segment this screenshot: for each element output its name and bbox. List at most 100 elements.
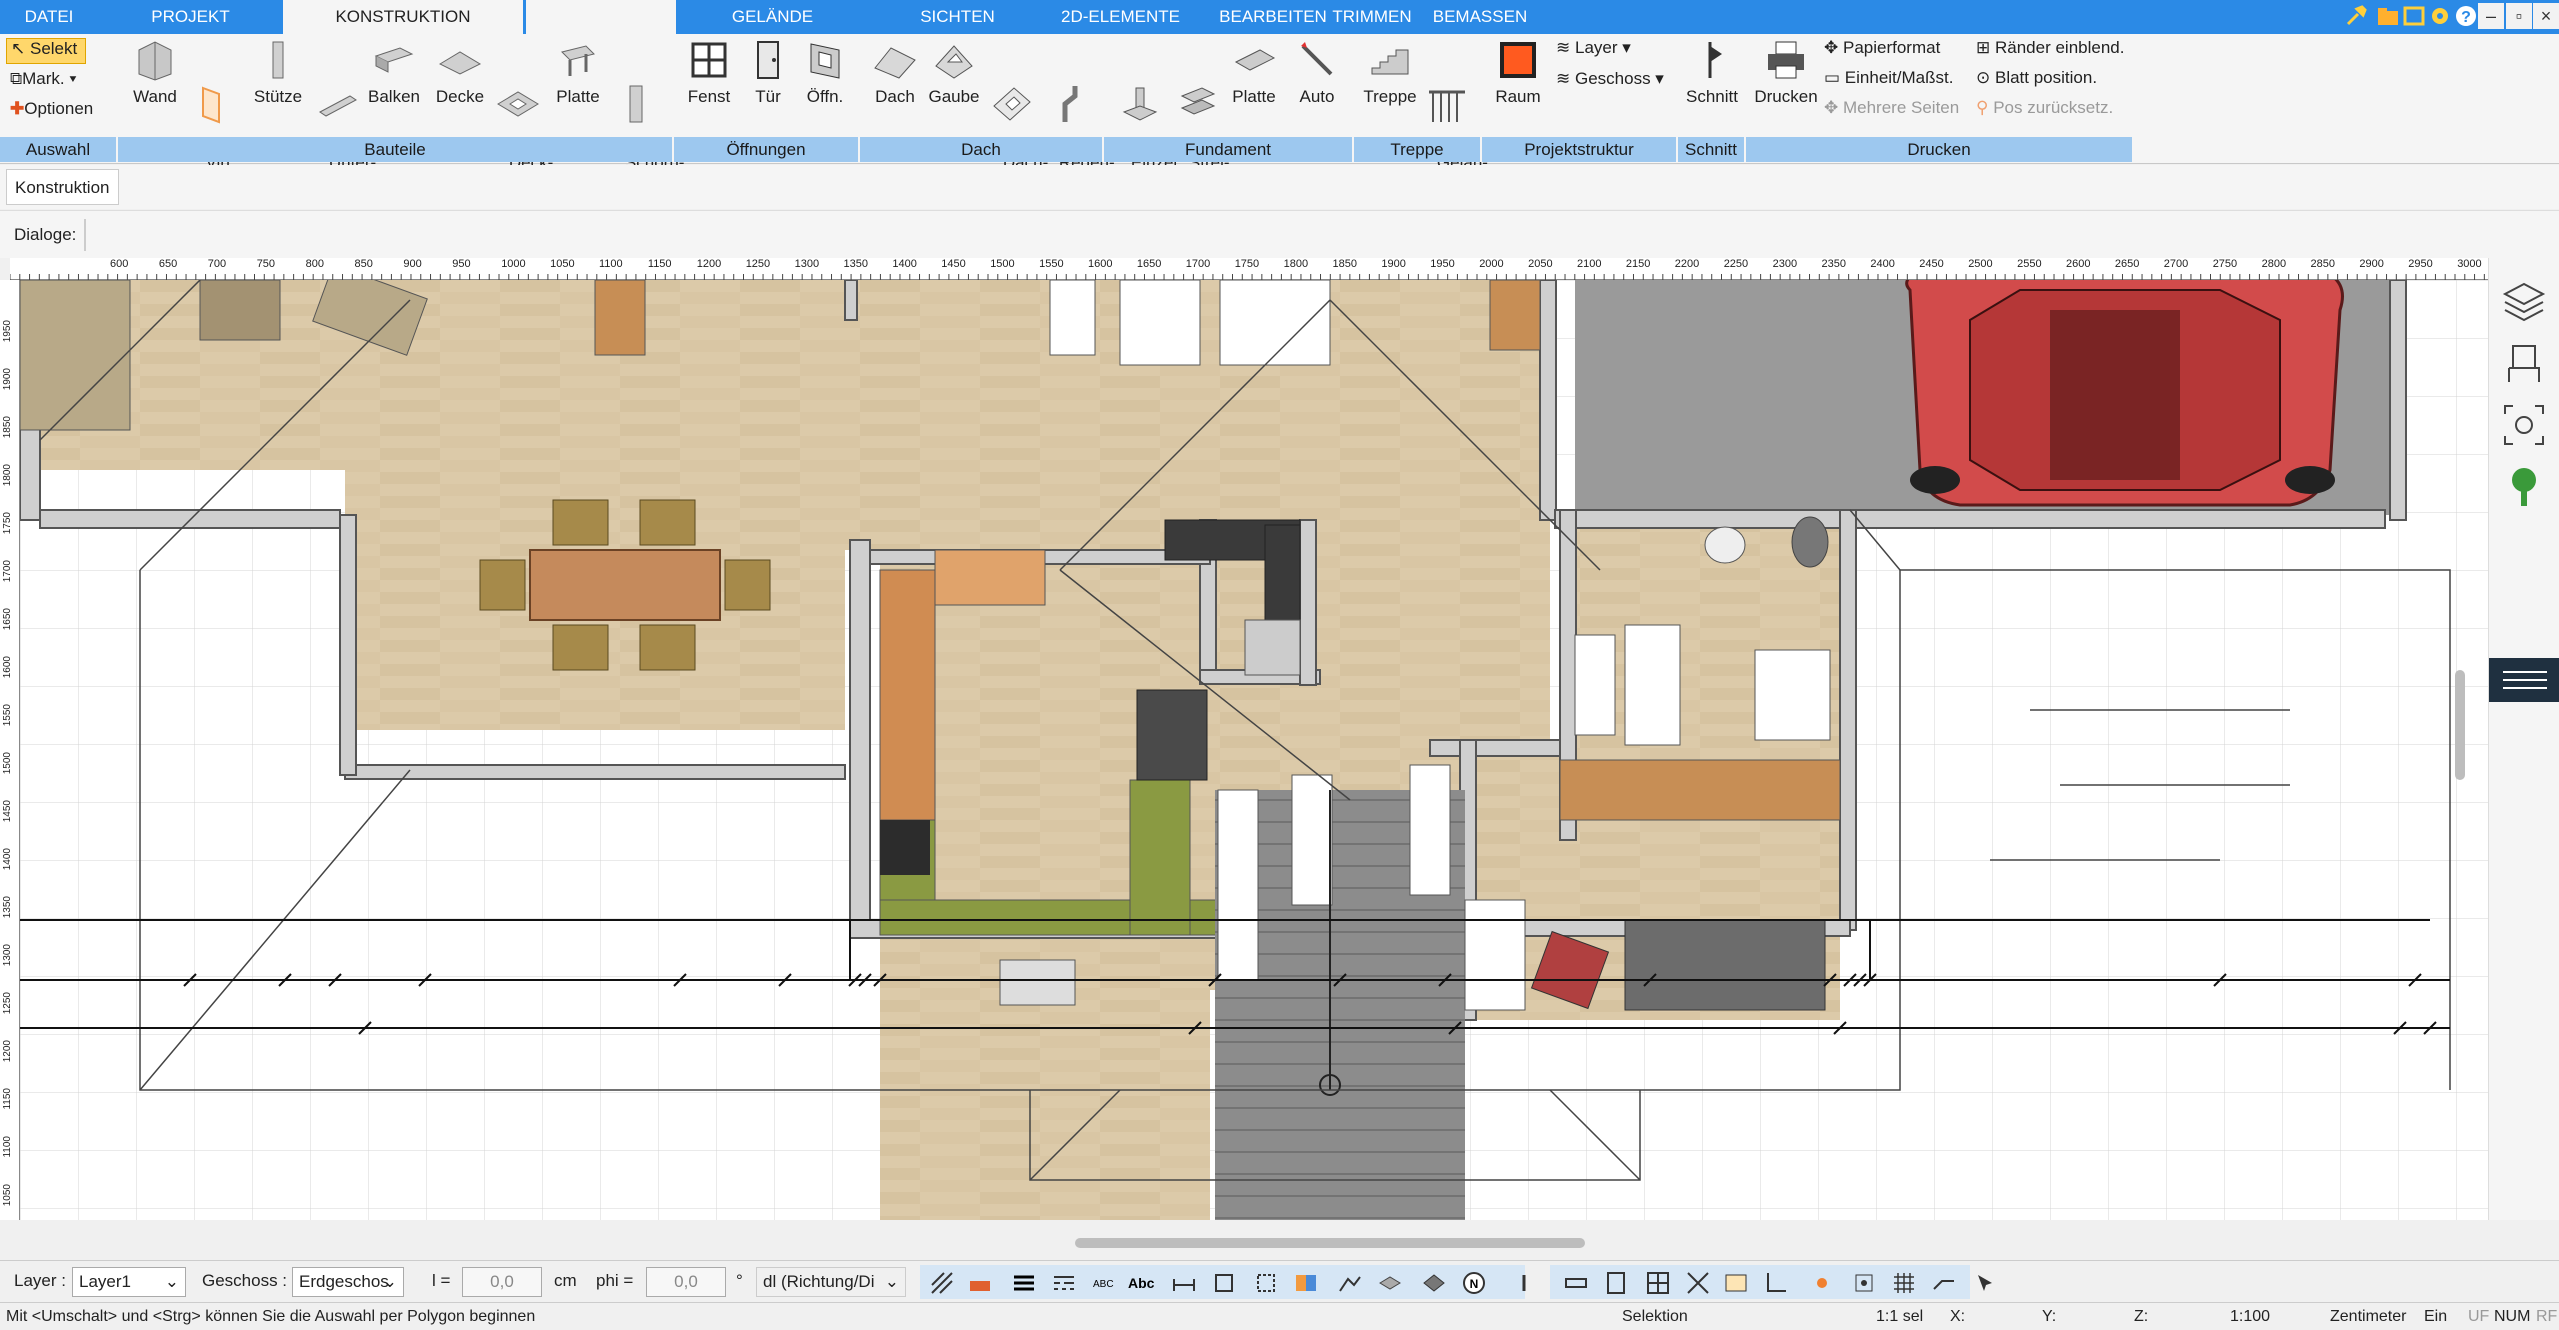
stuetze-button[interactable]: Stütze bbox=[250, 38, 306, 108]
tab-empty[interactable] bbox=[526, 0, 676, 34]
grid-icon[interactable] bbox=[1644, 1269, 1672, 1297]
platte-button[interactable]: Platte bbox=[550, 38, 606, 108]
pos-reset-button[interactable]: ⚲ Pos zurücksetz. bbox=[1976, 98, 2113, 118]
tools-icon[interactable] bbox=[2343, 3, 2369, 29]
tab-2d-elemente[interactable]: 2D-ELEMENTE bbox=[1048, 0, 1193, 34]
page-icon[interactable] bbox=[1602, 1269, 1630, 1297]
zoom-fit-icon[interactable] bbox=[2499, 400, 2549, 450]
room-icon bbox=[1500, 42, 1536, 78]
tab-gelaende[interactable]: GELÄNDE bbox=[700, 0, 845, 34]
minimize-button[interactable]: – bbox=[2478, 3, 2504, 29]
ruler-label: 2900 bbox=[2359, 258, 2384, 270]
window-icon[interactable] bbox=[2401, 3, 2427, 29]
dach-button[interactable]: Dach bbox=[870, 38, 920, 108]
corner-icon[interactable] bbox=[1762, 1269, 1790, 1297]
raster-icon[interactable] bbox=[1890, 1269, 1918, 1297]
dark-cabinet bbox=[1264, 524, 1301, 626]
dimension-icon[interactable] bbox=[1170, 1269, 1198, 1297]
fund-platte-button[interactable]: Platte bbox=[1226, 38, 1282, 108]
phi-input[interactable]: 0,0 bbox=[646, 1267, 726, 1297]
ruler-label: 1450 bbox=[941, 258, 966, 270]
tab-sichten[interactable]: SICHTEN bbox=[895, 0, 1020, 34]
raender-button[interactable]: ⊞ Ränder einblend. bbox=[1976, 38, 2124, 58]
length-input[interactable]: 0,0 bbox=[462, 1267, 542, 1297]
papierformat-button[interactable]: ✥ Papierformat bbox=[1824, 38, 1940, 58]
ceiling-opening-icon bbox=[497, 91, 539, 117]
selekt-button[interactable]: ↖ Selekt bbox=[6, 38, 86, 64]
single-foundation-icon bbox=[1122, 87, 1158, 121]
ruler-label: 1100 bbox=[599, 258, 623, 270]
balken-button[interactable]: Balken bbox=[366, 38, 422, 108]
tab-projekt[interactable]: PROJEKT bbox=[98, 0, 283, 34]
group-projektstruktur: Projektstruktur bbox=[1482, 137, 1678, 162]
text-size-icon[interactable]: ABC bbox=[1090, 1269, 1118, 1297]
geschoss-dropdown[interactable]: ≋ Geschoss ▾ bbox=[1556, 69, 1664, 89]
cursor-snap-icon[interactable] bbox=[1972, 1269, 2000, 1297]
minimize-view-icon[interactable] bbox=[1562, 1269, 1590, 1297]
mehrere-seiten-button[interactable]: ✥ Mehrere Seiten bbox=[1824, 98, 1959, 118]
wand-button[interactable]: Wand bbox=[130, 38, 180, 108]
magic-wand-icon bbox=[1301, 42, 1333, 76]
treppe-button[interactable]: Treppe bbox=[1362, 38, 1418, 108]
schnitt-button[interactable]: Schnitt bbox=[1684, 38, 1740, 108]
armchair bbox=[199, 280, 281, 341]
north-icon[interactable]: N bbox=[1460, 1269, 1488, 1297]
surface-icon[interactable] bbox=[1420, 1269, 1448, 1297]
select-rect-icon[interactable] bbox=[1252, 1269, 1280, 1297]
folder-icon[interactable] bbox=[2375, 3, 2401, 29]
drawing-canvas[interactable] bbox=[20, 280, 2488, 1220]
menu-toggle[interactable] bbox=[2489, 658, 2559, 702]
einheit-button[interactable]: ▭ Einheit/Maßst. bbox=[1824, 68, 1953, 88]
snap-icon[interactable] bbox=[1336, 1269, 1364, 1297]
blatt-position-button[interactable]: ⊙ Blatt position. bbox=[1976, 68, 2097, 88]
image-icon[interactable] bbox=[1722, 1269, 1750, 1297]
oeffn-button[interactable]: Öffn. bbox=[800, 38, 850, 108]
decke-button[interactable]: Decke bbox=[432, 38, 488, 108]
vertical-scrollbar[interactable] bbox=[2455, 670, 2465, 780]
auto-button[interactable]: Auto bbox=[1292, 38, 1342, 108]
hatch-icon[interactable] bbox=[928, 1269, 956, 1297]
tab-konstruktion[interactable]: KONSTRUKTION bbox=[283, 0, 523, 34]
drucken-button[interactable]: Drucken bbox=[1754, 38, 1818, 108]
floor-plan[interactable] bbox=[20, 280, 2488, 1220]
ortho-icon[interactable] bbox=[1684, 1269, 1712, 1297]
layer-dropdown[interactable]: ≋ Layer ▾ bbox=[1556, 38, 1631, 58]
tab-datei[interactable]: DATEI bbox=[0, 0, 98, 34]
close-button[interactable]: × bbox=[2533, 3, 2559, 29]
mode-select[interactable]: dl (Richtung/Di ⌄ bbox=[756, 1267, 906, 1297]
fenster-button[interactable]: Fenst bbox=[684, 38, 734, 108]
status-sel: 1:1 sel bbox=[1876, 1308, 1924, 1325]
ruler-label: 900 bbox=[403, 258, 422, 270]
fill-icon[interactable] bbox=[966, 1269, 994, 1297]
text-icon[interactable]: Abc bbox=[1128, 1269, 1156, 1297]
horizontal-scrollbar[interactable] bbox=[1075, 1238, 1585, 1248]
more-icon[interactable] bbox=[1510, 1269, 1538, 1297]
line-weight-icon[interactable] bbox=[1010, 1269, 1038, 1297]
help-icon[interactable]: ? bbox=[2453, 3, 2479, 29]
ruler-label: 2150 bbox=[1625, 258, 1651, 270]
midpoint-icon[interactable] bbox=[1850, 1269, 1878, 1297]
raum-button[interactable]: Raum bbox=[1490, 38, 1546, 108]
line-style-icon[interactable] bbox=[1050, 1269, 1078, 1297]
layer-3d-icon[interactable] bbox=[1376, 1269, 1404, 1297]
layers-icon[interactable] bbox=[2499, 276, 2549, 326]
tab-trimmen[interactable]: TRIMMEN bbox=[1322, 0, 1422, 34]
gaube-button[interactable]: Gaube bbox=[926, 38, 982, 108]
frame-icon[interactable] bbox=[1210, 1269, 1238, 1297]
tuer-button[interactable]: Tür bbox=[746, 38, 790, 108]
point-icon[interactable] bbox=[1808, 1269, 1836, 1297]
layer-select[interactable]: Layer1 ⌄ bbox=[72, 1267, 186, 1297]
sub-tab-konstruktion[interactable]: Konstruktion bbox=[6, 169, 119, 205]
tab-bemassen[interactable]: BEMASSEN bbox=[1430, 0, 1530, 34]
maximize-button[interactable]: ▫ bbox=[2506, 3, 2532, 29]
geschoss-select[interactable]: Erdgeschos ⌄ bbox=[292, 1267, 404, 1297]
track-icon[interactable] bbox=[1930, 1269, 1958, 1297]
ruler-label: 2500 bbox=[1968, 258, 1993, 270]
mark-button[interactable]: ⧉Mark. ▾ bbox=[10, 69, 77, 89]
settings-icon[interactable] bbox=[2427, 3, 2453, 29]
furniture-icon[interactable] bbox=[2499, 338, 2549, 388]
status-y: Y: bbox=[2042, 1308, 2057, 1325]
optionen-button[interactable]: ✚Optionen bbox=[10, 99, 93, 119]
tree-icon[interactable] bbox=[2499, 462, 2549, 512]
color-icon[interactable] bbox=[1292, 1269, 1320, 1297]
